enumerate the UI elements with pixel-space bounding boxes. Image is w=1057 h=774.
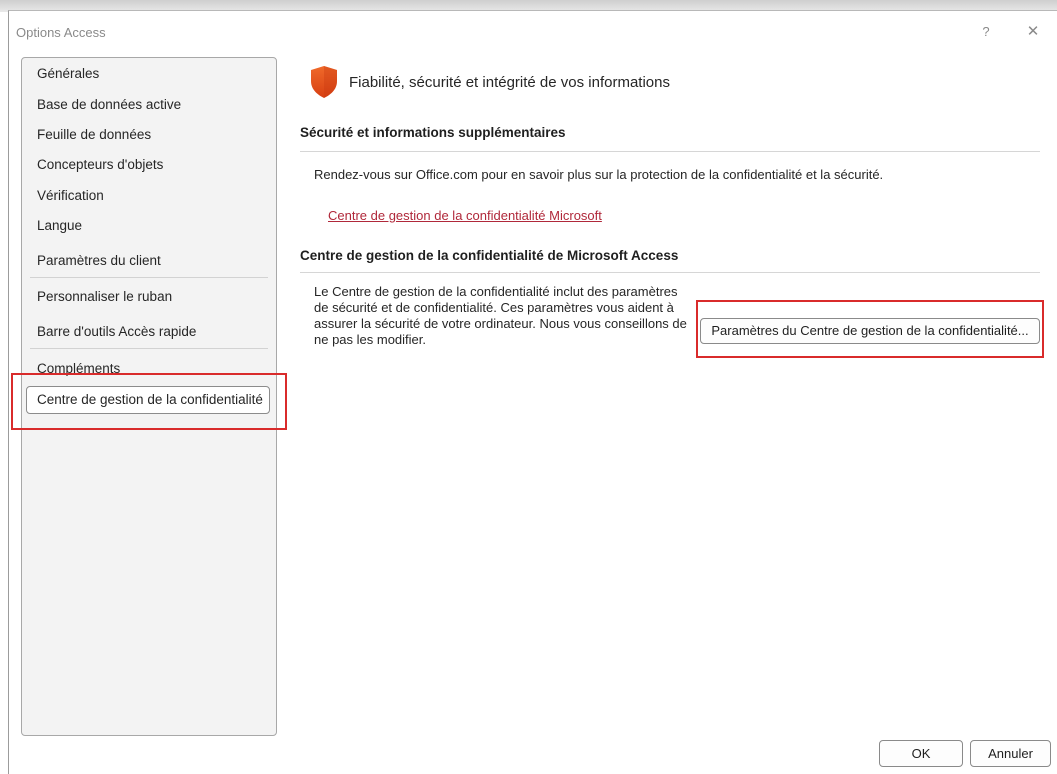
- sidebar-divider: [30, 348, 268, 349]
- options-dialog: Options Access ? ✕ Générales Base de don…: [8, 10, 1057, 774]
- cancel-button[interactable]: Annuler: [970, 740, 1051, 767]
- trust-center-description: Le Centre de gestion de la confidentiali…: [314, 284, 706, 348]
- close-button[interactable]: ✕: [1022, 21, 1044, 43]
- sidebar-item-langue[interactable]: Langue: [37, 218, 82, 233]
- description-line: ne pas les modifier.: [314, 332, 427, 347]
- sidebar-divider: [30, 277, 268, 278]
- window-title: Options Access: [16, 25, 106, 40]
- section-title-trust-center: Centre de gestion de la confidentialité …: [300, 248, 679, 263]
- trust-center-settings-button[interactable]: Paramètres du Centre de gestion de la co…: [700, 318, 1040, 344]
- sidebar-item-generales[interactable]: Générales: [37, 66, 99, 81]
- sidebar-item-personnaliser-ruban[interactable]: Personnaliser le ruban: [37, 289, 172, 304]
- sidebar-item-verification[interactable]: Vérification: [37, 188, 104, 203]
- section-divider: [300, 151, 1040, 152]
- title-bar: Options Access ? ✕: [9, 11, 1057, 53]
- ok-button[interactable]: OK: [879, 740, 963, 767]
- sidebar-item-parametres-client[interactable]: Paramètres du client: [37, 253, 161, 268]
- description-line: de sécurité et de confidentialité. Ces p…: [314, 300, 674, 315]
- section-divider: [300, 272, 1040, 273]
- help-button[interactable]: ?: [976, 21, 996, 43]
- page-heading: Fiabilité, sécurité et intégrité de vos …: [349, 74, 670, 91]
- section-title-security: Sécurité et informations supplémentaires: [300, 125, 566, 140]
- sidebar-item-concepteurs[interactable]: Concepteurs d'objets: [37, 157, 163, 172]
- description-line: Le Centre de gestion de la confidentiali…: [314, 284, 678, 299]
- sidebar-item-barre-outils[interactable]: Barre d'outils Accès rapide: [37, 324, 196, 339]
- shield-icon: [311, 66, 337, 98]
- trust-center-link[interactable]: Centre de gestion de la confidentialité …: [328, 208, 602, 223]
- security-info-text: Rendez-vous sur Office.com pour en savoi…: [314, 167, 884, 182]
- sidebar-item-base-de-donnees[interactable]: Base de données active: [37, 97, 181, 112]
- description-line: assurer la sécurité de votre ordinateur.…: [314, 316, 687, 331]
- sidebar-nav: Générales Base de données active Feuille…: [21, 57, 277, 736]
- sidebar-item-feuille-de-donnees[interactable]: Feuille de données: [37, 127, 151, 142]
- sidebar-item-complements[interactable]: Compléments: [37, 361, 120, 376]
- sidebar-item-centre-confidentialite[interactable]: Centre de gestion de la confidentialité: [26, 386, 270, 414]
